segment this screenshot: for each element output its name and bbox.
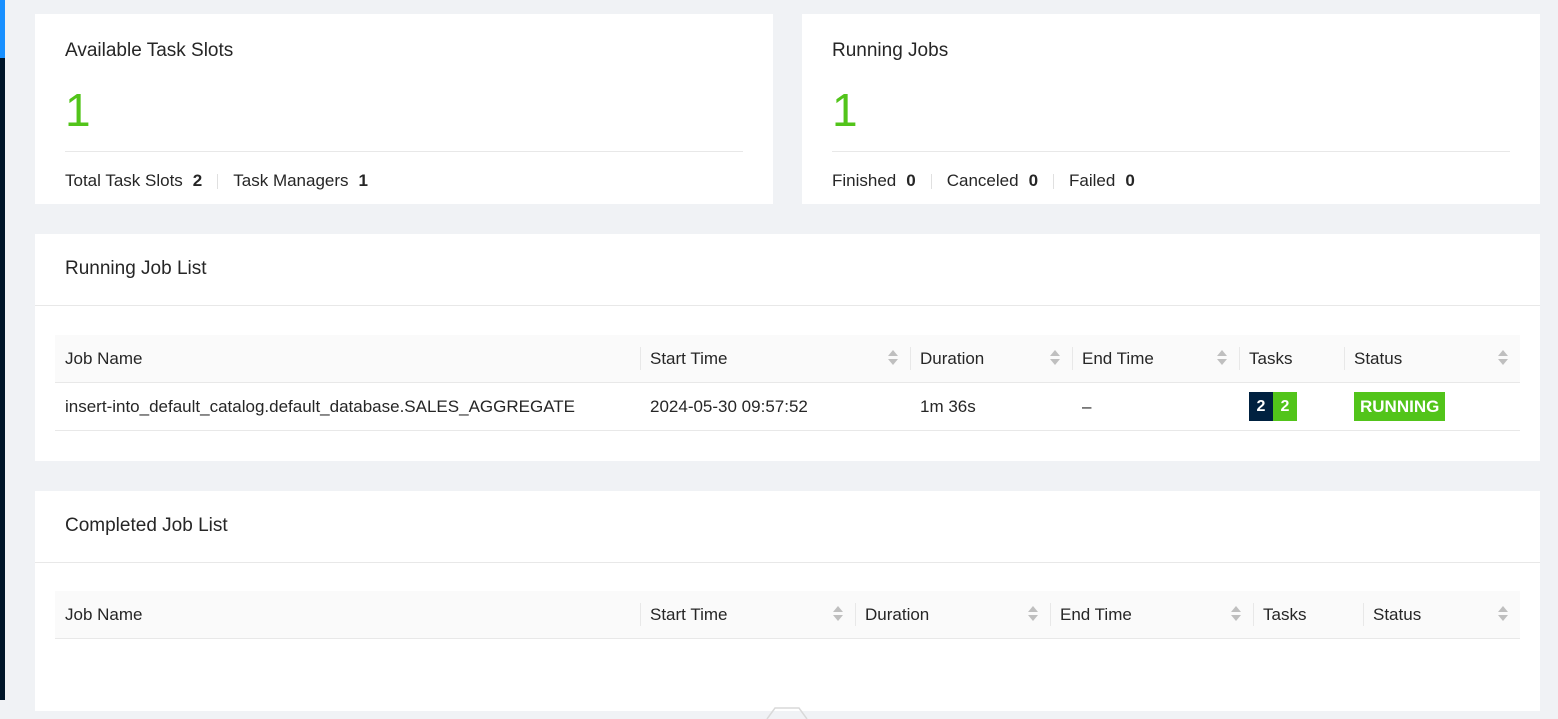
column-header-duration[interactable]: Duration [855,591,1050,638]
column-header-status[interactable]: Status [1363,591,1520,638]
task-managers: Task Managers 1 [233,171,368,191]
column-label: Duration [865,604,930,624]
tasks-total-badge: 2 [1249,392,1273,421]
column-header-duration[interactable]: Duration [910,335,1072,382]
card-title: Running Jobs [832,40,949,61]
job-name-cell[interactable]: insert-into_default_catalog.default_data… [55,383,640,430]
column-header-end-time[interactable]: End Time [1072,335,1239,382]
column-separator [1344,347,1345,370]
column-header-start-time[interactable]: Start Time [640,335,910,382]
table-row[interactable]: insert-into_default_catalog.default_data… [55,383,1520,431]
start-time-cell: 2024-05-30 09:57:52 [650,396,808,416]
finished-count: Finished 0 [832,171,916,191]
column-separator [1239,347,1240,370]
available-slots-value: 1 [65,84,91,136]
column-label: End Time [1082,348,1154,368]
running-jobs-value: 1 [832,84,858,136]
task-managers-label: Task Managers [233,171,349,190]
divider [930,173,932,189]
column-separator [855,603,856,626]
status-badge: RUNNING [1354,392,1446,421]
empty-state-icon [766,707,808,719]
sort-caret-icon[interactable] [1498,606,1508,622]
column-header-end-time[interactable]: End Time [1050,591,1253,638]
column-label: Status [1373,604,1422,624]
column-header-tasks: Tasks [1253,591,1363,638]
available-task-slots-card: Available Task Slots 1 Total Task Slots … [35,14,773,204]
sort-caret-icon[interactable] [1050,350,1060,366]
completed-job-list-card: Completed Job List Job Name Start Time D… [35,491,1540,719]
table-header: Job Name Start Time Duration End Time Ta… [55,591,1520,639]
card-title: Available Task Slots [65,40,234,61]
column-label: Duration [920,348,985,368]
running-jobs-table: Job Name Start Time Duration End Time Ta… [55,335,1520,431]
status-cell: RUNNING [1344,383,1520,430]
column-label: Start Time [650,348,728,368]
column-separator [1363,603,1364,626]
column-label: End Time [1060,604,1132,624]
sidebar-active-indicator [0,0,5,58]
total-task-slots-label: Total Task Slots [65,171,183,190]
column-label: Tasks [1263,604,1307,624]
divider [35,305,1540,306]
column-header-job-name: Job Name [55,335,640,382]
canceled-value: 0 [1028,171,1039,190]
divider [832,151,1510,152]
finished-value: 0 [906,171,916,190]
card-title: Running Job List [65,258,207,279]
failed-label: Failed [1069,171,1116,190]
sort-caret-icon[interactable] [833,606,843,622]
tasks-running-badge: 2 [1273,392,1297,421]
failed-count: Failed 0 [1069,171,1135,191]
divider [35,562,1540,563]
column-separator [640,603,641,626]
card-footer: Finished 0 Canceled 0 Failed 0 [832,171,1135,191]
end-time-cell: – [1082,396,1092,416]
total-task-slots-value: 2 [192,171,203,190]
column-header-status[interactable]: Status [1344,335,1520,382]
column-label: Status [1354,348,1403,368]
sort-caret-icon[interactable] [1231,606,1241,622]
column-separator [1072,347,1073,370]
column-separator [1050,603,1051,626]
sort-caret-icon[interactable] [1498,350,1508,366]
sort-caret-icon[interactable] [1028,606,1038,622]
column-header-tasks: Tasks [1239,335,1344,382]
card-title: Completed Job List [65,515,228,536]
column-header-start-time[interactable]: Start Time [640,591,855,638]
sort-caret-icon[interactable] [888,350,898,366]
column-separator [910,347,911,370]
column-label: Job Name [65,604,143,624]
running-jobs-card: Running Jobs 1 Finished 0 Canceled 0 Fai… [802,14,1540,204]
table-header: Job Name Start Time Duration End Time Ta… [55,335,1520,383]
divider [1053,173,1055,189]
column-header-job-name: Job Name [55,591,640,638]
divider [65,151,743,152]
column-separator [1253,603,1254,626]
canceled-count: Canceled 0 [947,171,1038,191]
tasks-cell: 2 2 [1239,383,1344,430]
duration-cell: 1m 36s [920,396,976,416]
column-label: Tasks [1249,348,1293,368]
total-task-slots: Total Task Slots 2 [65,171,202,191]
divider [217,173,219,189]
failed-value: 0 [1125,171,1135,190]
column-label: Job Name [65,348,143,368]
canceled-label: Canceled [946,171,1019,190]
running-job-list-card: Running Job List Job Name Start Time Dur… [35,234,1540,461]
column-separator [640,347,641,370]
card-footer: Total Task Slots 2 Task Managers 1 [65,171,368,191]
completed-jobs-table: Job Name Start Time Duration End Time Ta… [55,591,1520,639]
sidebar-rail [0,0,5,700]
column-label: Start Time [650,604,728,624]
sort-caret-icon[interactable] [1217,350,1227,366]
task-badges: 2 2 [1249,392,1297,421]
task-managers-value: 1 [358,171,369,190]
finished-label: Finished [832,171,897,190]
